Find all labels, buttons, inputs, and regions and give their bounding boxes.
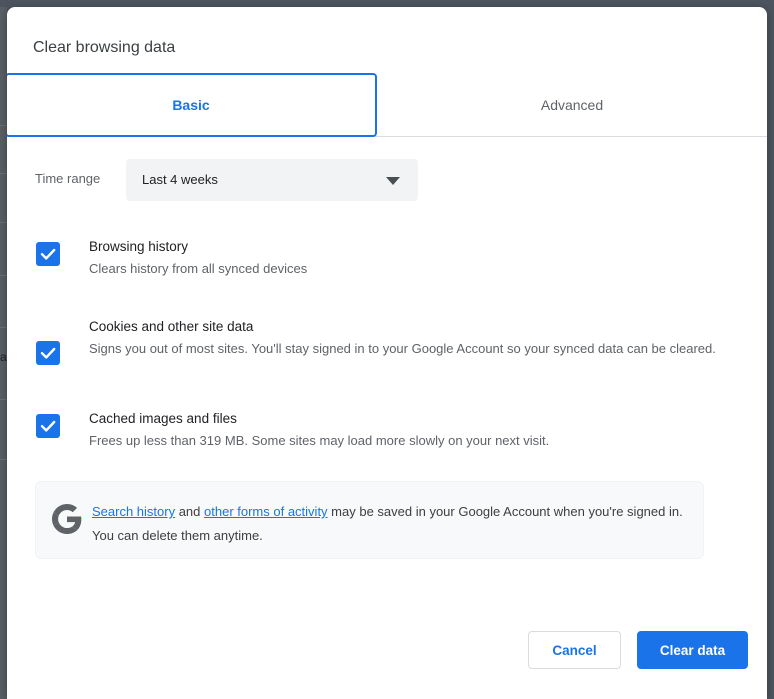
dialog-title: Clear browsing data [33, 39, 176, 56]
checkbox-cookies[interactable] [36, 341, 60, 365]
option-subtitle: Clears history from all synced devices [89, 261, 308, 276]
google-g-icon [52, 504, 82, 534]
time-range-label: Time range [35, 171, 101, 186]
checkbox-browsing-history[interactable] [36, 242, 60, 266]
option-title: Cookies and other site data [89, 319, 254, 334]
option-texts-cached-images: Cached images and files Frees up less th… [89, 409, 739, 451]
chevron-down-icon [386, 177, 400, 185]
option-texts-cookies: Cookies and other site data Signs you ou… [89, 317, 739, 359]
clear-data-button[interactable]: Clear data [637, 631, 748, 669]
tab-strip: Basic Advanced [7, 73, 767, 137]
info-card-conjunction: and [175, 504, 205, 519]
clear-browsing-data-dialog: Clear browsing data Basic Advanced Time … [7, 7, 767, 699]
tab-advanced[interactable]: Advanced [377, 73, 767, 137]
time-range-selected-value: Last 4 weeks [142, 172, 218, 187]
google-account-info-card: Search history and other forms of activi… [35, 481, 704, 559]
info-card-text: Search history and other forms of activi… [92, 500, 688, 548]
time-range-select[interactable]: Last 4 weeks [126, 159, 418, 201]
tab-basic[interactable]: Basic [7, 73, 377, 137]
option-subtitle: Signs you out of most sites. You'll stay… [89, 341, 716, 356]
background-page-text: a [0, 350, 7, 364]
option-texts-browsing-history: Browsing history Clears history from all… [89, 237, 739, 279]
option-subtitle: Frees up less than 319 MB. Some sites ma… [89, 433, 550, 448]
checkbox-cached-images[interactable] [36, 414, 60, 438]
dialog-footer: Cancel Clear data [7, 622, 767, 682]
option-title: Browsing history [89, 239, 189, 254]
search-history-link[interactable]: Search history [92, 504, 175, 519]
background-page-edge: a [0, 7, 7, 699]
other-forms-of-activity-link[interactable]: other forms of activity [204, 504, 328, 519]
cancel-button[interactable]: Cancel [528, 631, 621, 669]
option-title: Cached images and files [89, 411, 237, 426]
time-range-row: Time range Last 4 weeks [7, 159, 767, 201]
